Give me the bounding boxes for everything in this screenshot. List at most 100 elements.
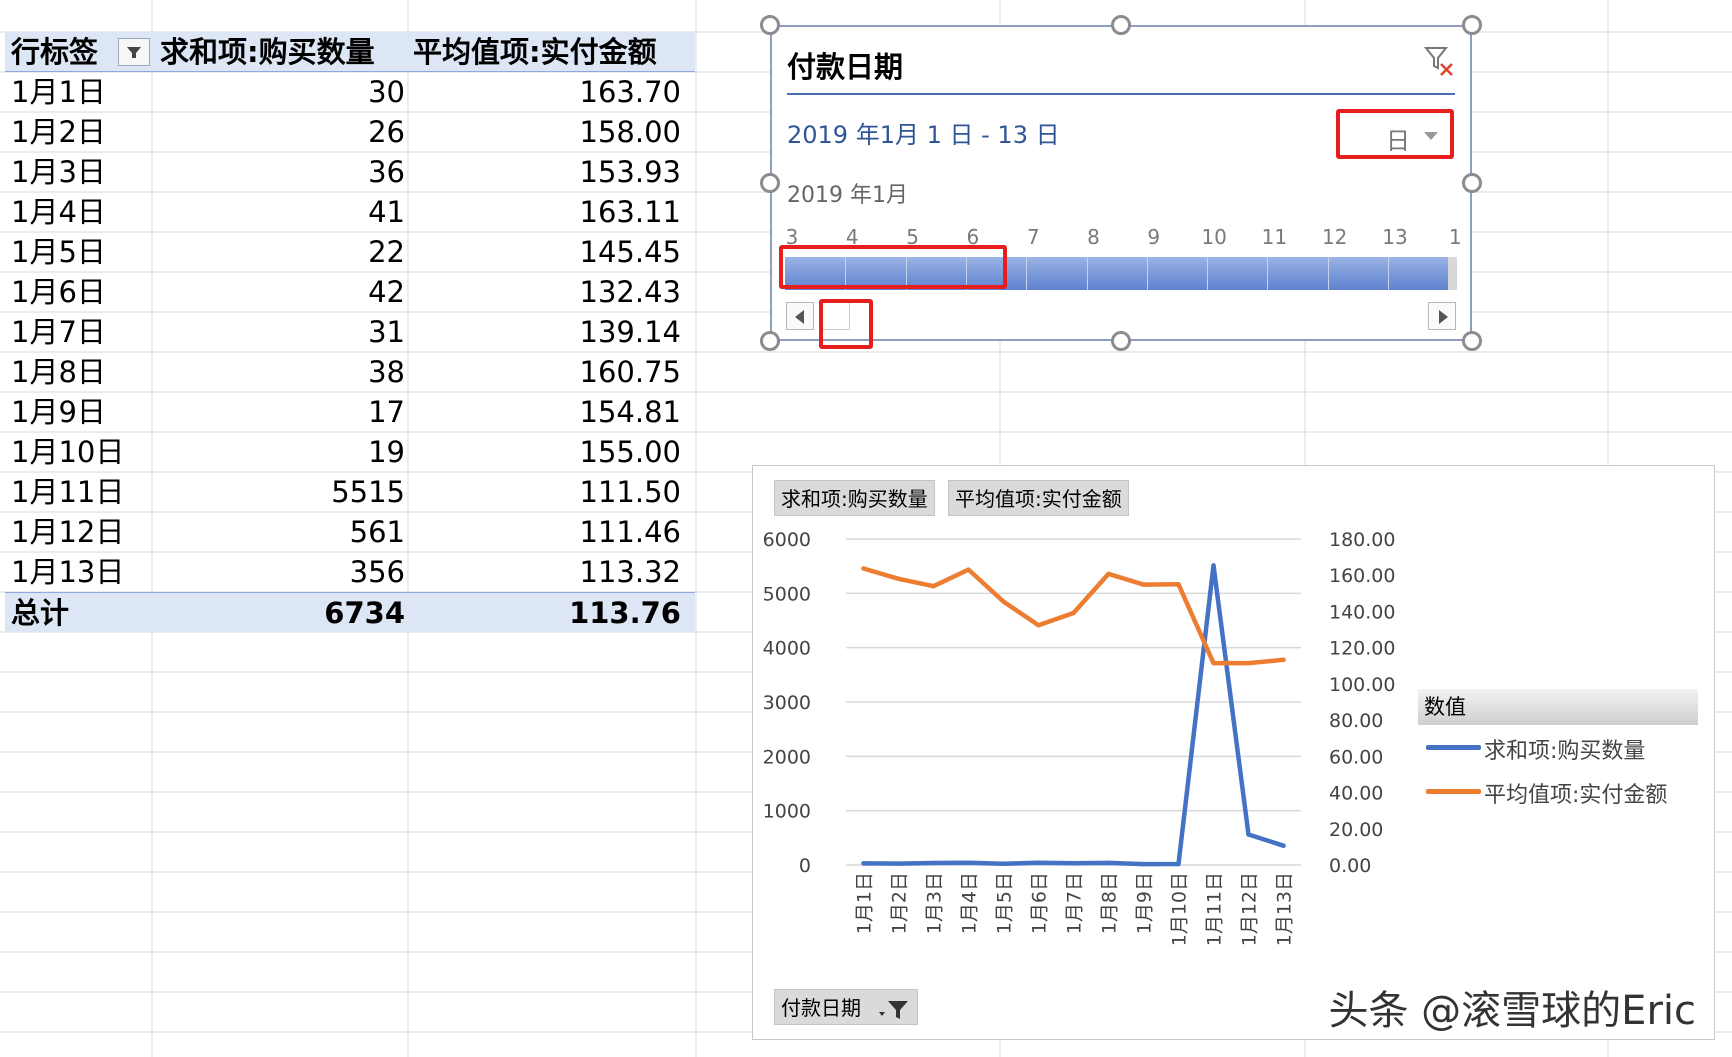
row-label: 1月12日 [11,515,125,549]
amount-value: 160.75 [579,355,681,389]
right-axis-tick-label: 80.00 [1329,710,1383,732]
table-row: 1月8日 38 160.75 [5,352,695,392]
right-axis-tick-label: 60.00 [1329,746,1383,768]
quantity-value: 41 [368,195,405,229]
row-label: 1月4日 [11,195,106,229]
resize-handle-bottom-right[interactable] [1462,331,1482,351]
series-point-amount [931,584,936,589]
total-label: 总计 [11,596,70,630]
left-axis-tick-label: 4000 [763,638,811,660]
timeline-selected-range: 2019 年1月 1 日 - 13 日 [787,121,1060,149]
filter-dropdown-icon [879,1000,909,1019]
time-level-dropdown[interactable]: 日 [1336,109,1454,159]
resize-handle-middle-right[interactable] [1462,173,1482,193]
series-point-amount [1246,660,1251,666]
timeline-scroll-right-button[interactable] [1428,302,1456,330]
table-row: 1月10日 19 155.00 [5,432,695,472]
series-point-amount [861,566,866,571]
quantity-value: 26 [368,115,405,149]
resize-handle-middle-left[interactable] [760,173,780,193]
series-point-amount [1281,657,1286,662]
legend-label-amount: 平均值项:实付金额 [1484,783,1668,808]
total-amount: 113.76 [569,596,681,630]
pivot-chart[interactable]: 求和项:购买数量 平均值项:实付金额 6000 5000 4000 3000 2000 1… [752,465,1715,1040]
quantity-sum-header: 求和项:购买数量 [160,35,375,69]
quantity-value: 561 [349,515,405,549]
table-row: 1月7日 31 139.14 [5,312,695,352]
amount-value: 158.00 [579,115,681,149]
series-point-quantity [896,861,901,866]
left-axis-tick-label: 6000 [763,529,811,551]
timeline-tick-label: 1 [1448,225,1462,249]
table-row: 1月12日 561 111.46 [5,512,695,552]
category-axis-label: 1月1日 [854,872,876,934]
series-point-quantity [931,860,936,866]
row-label: 1月13日 [11,555,125,589]
quantity-value: 31 [368,315,405,349]
table-row: 1月11日 5515 111.50 [5,472,695,512]
timeline-tick-label: 12 [1321,225,1348,249]
series-point-amount [1141,582,1146,587]
series-point-quantity [1211,563,1216,568]
series-point-amount [1176,582,1181,587]
category-axis-label: 1月5日 [994,872,1016,934]
category-axis-label: 1月4日 [959,872,981,934]
timeline-day-divider [1207,257,1209,290]
timeline-slicer[interactable]: 付款日期 2019 年1月 1 日 - 13 日 日 2019 年1月 3456… [770,25,1472,349]
legend-swatch-quantity [1426,745,1481,750]
left-axis-tick-label: 2000 [763,746,811,768]
left-axis-tick-label: 3000 [763,692,811,714]
resize-handle-top-center[interactable] [1111,15,1131,35]
category-axis-label: 1月8日 [1099,872,1121,934]
chevron-down-icon [1424,132,1438,140]
arrow-left-icon [795,310,804,324]
amount-value: 145.45 [579,235,681,269]
timeline-title-divider [787,93,1455,95]
table-row: 1月13日 356 113.32 [5,552,695,592]
resize-handle-bottom-left[interactable] [760,331,780,351]
quantity-value: 30 [368,75,405,109]
clear-filter-button[interactable] [1422,44,1456,78]
pivot-header-row: 行标签 求和项:购买数量 平均值项:实付金额 [5,32,695,72]
axis-field-button-date[interactable]: 付款日期 [774,989,919,1025]
category-axis-label: 1月9日 [1134,872,1156,934]
category-axis-label: 1月11日 [1204,872,1226,946]
timeline-tick-label: 7 [1026,225,1040,249]
value-field-button-quantity[interactable]: 求和项:购买数量 [774,480,935,516]
row-label: 1月2日 [11,115,106,149]
series-point-quantity [1071,861,1076,866]
series-point-amount [966,567,971,572]
series-point-amount [896,576,901,581]
resize-handle-top-right[interactable] [1462,15,1482,35]
resize-handle-top-left[interactable] [760,15,780,35]
quantity-value: 36 [368,155,405,189]
right-axis-tick-label: 160.00 [1329,565,1395,587]
left-axis-tick-label: 5000 [763,583,811,605]
amount-value: 132.43 [579,275,681,309]
timeline-scroll-left-button[interactable] [786,302,814,330]
category-axis-label: 1月7日 [1064,872,1086,934]
resize-handle-bottom-center[interactable] [1111,331,1131,351]
value-field-button-amount[interactable]: 平均值项:实付金额 [948,480,1129,516]
right-axis-tick-label: 20.00 [1329,819,1383,841]
right-axis-tick-label: 120.00 [1329,638,1395,660]
row-label: 1月8日 [11,355,106,389]
timeline-tick-label: 11 [1261,225,1288,249]
quantity-value: 5515 [331,475,405,509]
arrow-right-icon [1439,310,1448,324]
series-point-amount [1106,571,1111,577]
category-axis-label: 1月13日 [1274,872,1296,946]
legend-label-quantity: 求和项:购买数量 [1484,739,1646,764]
series-point-amount [1211,660,1216,666]
series-point-amount [1036,623,1041,628]
filter-dropdown-icon [127,47,141,58]
row-label: 1月6日 [11,275,106,309]
series-point-amount [1001,599,1006,604]
row-labels-filter-button[interactable] [118,38,150,66]
left-axis-tick-label: 0 [799,855,811,877]
amount-avg-header: 平均值项:实付金额 [413,35,657,69]
legend-title: 数值 [1418,689,1698,725]
series-point-quantity [1246,832,1251,837]
axis-field-label: 付款日期 [781,996,861,1020]
series-point-quantity [1001,861,1006,866]
